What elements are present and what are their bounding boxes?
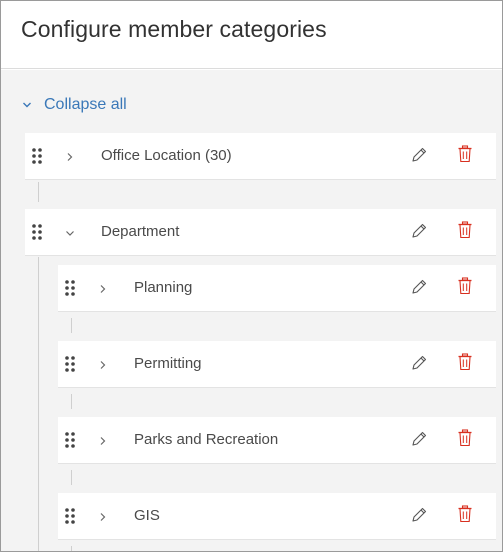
- drag-handle-icon[interactable]: [64, 355, 76, 373]
- subcategory-row-planning[interactable]: Planning: [58, 265, 496, 312]
- categories-body: Collapse all Office Location (30) Depart…: [1, 70, 502, 551]
- trash-icon[interactable]: [457, 353, 473, 371]
- chevron-right-icon[interactable]: [64, 150, 76, 162]
- trash-icon[interactable]: [457, 429, 473, 447]
- subcategory-row-permitting[interactable]: Permitting: [58, 341, 496, 388]
- drag-handle-icon[interactable]: [64, 507, 76, 525]
- subcategory-label: GIS: [134, 507, 160, 524]
- category-label: Department: [101, 223, 180, 240]
- collapse-all-button[interactable]: Collapse all: [22, 96, 127, 114]
- category-row-office-location[interactable]: Office Location (30): [25, 133, 496, 180]
- category-label: Office Location (30): [101, 147, 232, 164]
- subcategory-label: Parks and Recreation: [134, 431, 279, 448]
- collapse-all-label: Collapse all: [44, 96, 127, 113]
- panel-header: Configure member categories: [1, 1, 502, 69]
- category-row-department[interactable]: Department: [25, 209, 496, 256]
- pencil-icon[interactable]: [410, 278, 428, 296]
- trash-icon[interactable]: [457, 505, 473, 523]
- drag-handle-icon[interactable]: [31, 147, 43, 165]
- tree-connector: [38, 182, 39, 202]
- pencil-icon[interactable]: [410, 430, 428, 448]
- trash-icon[interactable]: [457, 145, 473, 163]
- tree-connector: [71, 394, 72, 409]
- chevron-right-icon[interactable]: [97, 434, 109, 446]
- tree-connector: [71, 546, 72, 551]
- chevron-right-icon[interactable]: [97, 282, 109, 294]
- pencil-icon[interactable]: [410, 506, 428, 524]
- tree-connector: [71, 470, 72, 485]
- subcategory-label: Permitting: [134, 355, 202, 372]
- chevron-down-icon: [23, 102, 31, 108]
- panel-title: Configure member categories: [21, 16, 327, 42]
- trash-icon[interactable]: [457, 277, 473, 295]
- subcategory-row-gis[interactable]: GIS: [58, 493, 496, 540]
- tree-connector: [71, 318, 72, 333]
- configure-categories-panel: Configure member categories Collapse all…: [0, 0, 503, 552]
- pencil-icon[interactable]: [410, 354, 428, 372]
- chevron-down-icon[interactable]: [64, 226, 76, 238]
- pencil-icon[interactable]: [410, 146, 428, 164]
- subcategory-label: Planning: [134, 279, 193, 296]
- subcategory-row-parks-and-recreation[interactable]: Parks and Recreation: [58, 417, 496, 464]
- drag-handle-icon[interactable]: [64, 279, 76, 297]
- drag-handle-icon[interactable]: [31, 223, 43, 241]
- chevron-right-icon[interactable]: [97, 358, 109, 370]
- trash-icon[interactable]: [457, 221, 473, 239]
- chevron-right-icon[interactable]: [97, 510, 109, 522]
- pencil-icon[interactable]: [410, 222, 428, 240]
- drag-handle-icon[interactable]: [64, 431, 76, 449]
- children-guide-line: [38, 257, 39, 551]
